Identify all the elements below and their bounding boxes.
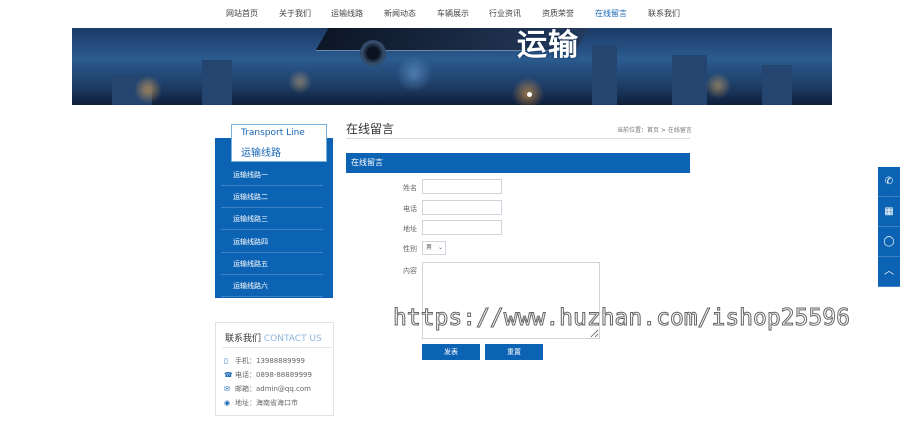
breadcrumb: 当前位置：首页 > 在线留言 (617, 127, 692, 134)
sidebar-item[interactable]: 运输线路六 (221, 275, 323, 297)
sidebar-item[interactable]: 运输线路五 (221, 253, 323, 275)
section-bar: 在线留言 (346, 153, 690, 173)
sidebar-item[interactable]: 运输线路三 (221, 208, 323, 230)
contact-box: 联系我们 CONTACT US ▯ 手机：13988889999 ☎ 电话：0898… (215, 322, 334, 416)
address-input[interactable] (422, 220, 502, 235)
carousel-dot[interactable] (527, 92, 532, 97)
phone-icon[interactable]: ✆ (878, 167, 900, 197)
mobile-icon: ▯ (224, 357, 228, 365)
banner-text: 运输 (517, 28, 579, 63)
contact-title-cn: 联系我们 (225, 334, 262, 344)
nav-item-about[interactable]: 关于我们 (279, 8, 311, 19)
qrcode-icon[interactable]: ▦ (878, 197, 900, 227)
floating-toolbar: ✆ ▦ ◯ ︿ (878, 167, 900, 287)
divider (222, 347, 332, 348)
nav-item-industry[interactable]: 行业资讯 (489, 8, 521, 19)
nav-item-honors[interactable]: 资质荣誉 (542, 8, 574, 19)
reset-button[interactable]: 重置 (485, 344, 543, 360)
gender-select[interactable]: 男 ⌄ (422, 241, 446, 255)
contact-label: 电话： (235, 371, 256, 379)
phone-icon: ☎ (224, 371, 233, 379)
nav-item-message[interactable]: 在线留言 (595, 8, 627, 19)
gender-value: 男 (426, 244, 433, 251)
name-label: 姓名 (403, 184, 417, 192)
airplane-engine (360, 40, 386, 66)
page-title: 在线留言 (346, 122, 395, 136)
contact-title-en: CONTACT US (263, 334, 322, 344)
content-label: 内容 (403, 267, 417, 275)
chevron-down-icon: ⌄ (437, 244, 443, 251)
contact-row-mail: ✉ 邮箱：admin@qq.com (224, 384, 311, 394)
nav-item-transport[interactable]: 运输线路 (331, 8, 363, 19)
contact-value: 13988889999 (256, 357, 305, 365)
address-label: 地址 (403, 225, 417, 233)
watermark: https://www.huzhan.com/ishop25596 (393, 305, 851, 332)
sidebar-menu: 运输线路一 运输线路二 运输线路三 运输线路四 运输线路五 运输线路六 (215, 138, 333, 298)
divider (346, 138, 690, 139)
sidebar-item[interactable]: 运输线路四 (221, 231, 323, 253)
contact-value: 海南省海口市 (256, 399, 298, 407)
nav-item-vehicles[interactable]: 车辆展示 (437, 8, 469, 19)
sidebar-header: Transport Line 运输线路 (231, 124, 327, 162)
phone-input[interactable] (422, 200, 502, 215)
sidebar-title-en: Transport Line (241, 128, 305, 138)
banner: 运输 (72, 28, 832, 105)
contact-row-mobile: ▯ 手机：13988889999 (224, 356, 305, 366)
top-nav: 网站首页 关于我们 运输线路 新闻动态 车辆展示 行业资讯 资质荣誉 在线留言 … (0, 0, 900, 26)
sidebar-title-cn: 运输线路 (241, 148, 281, 159)
contact-row-address: ◉ 地址：海南省海口市 (224, 398, 298, 408)
submit-button[interactable]: 发表 (422, 344, 480, 360)
sidebar-item[interactable]: 运输线路二 (221, 186, 323, 208)
contact-value: admin@qq.com (256, 385, 311, 393)
back-to-top-icon[interactable]: ︿ (878, 257, 900, 287)
contact-title: 联系我们 CONTACT US (225, 331, 322, 344)
location-icon: ◉ (224, 399, 231, 407)
nav-item-home[interactable]: 网站首页 (226, 8, 258, 19)
contact-value: 0898-88889999 (256, 371, 312, 379)
sidebar-item[interactable]: 运输线路一 (221, 164, 323, 186)
contact-label: 地址： (235, 399, 256, 407)
gender-label: 性别 (403, 245, 417, 253)
phone-label: 电话 (403, 205, 417, 213)
contact-label: 手机： (235, 357, 256, 365)
mail-icon: ✉ (224, 385, 230, 393)
name-input[interactable] (422, 179, 502, 194)
contact-label: 邮箱： (235, 385, 256, 393)
nav-item-news[interactable]: 新闻动态 (384, 8, 416, 19)
contact-row-phone: ☎ 电话：0898-88889999 (224, 370, 312, 380)
chat-icon[interactable]: ◯ (878, 227, 900, 257)
nav-item-contact[interactable]: 联系我们 (648, 8, 680, 19)
